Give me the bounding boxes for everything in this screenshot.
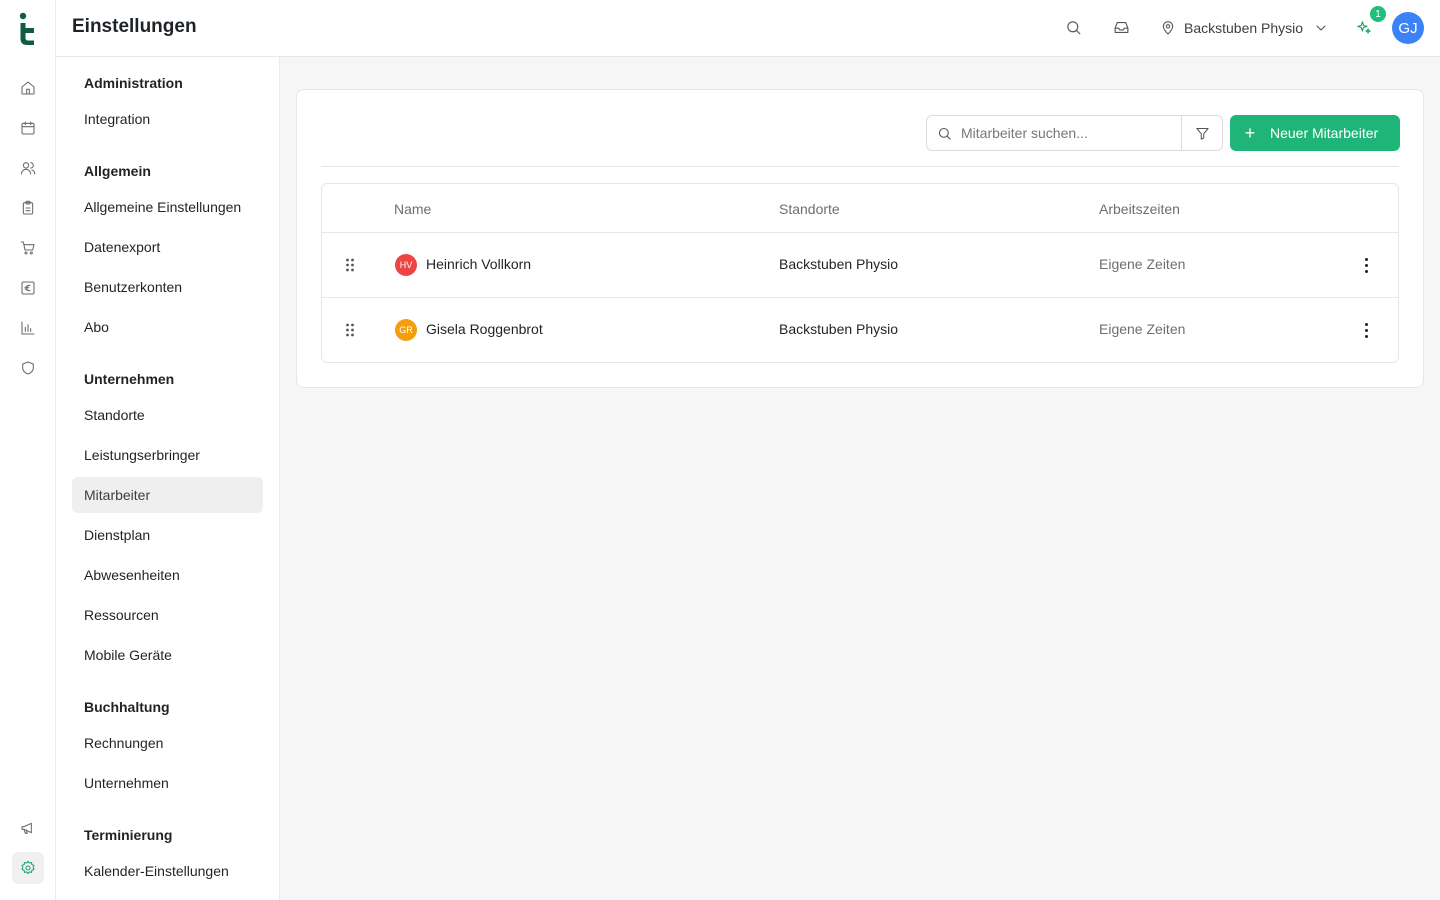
employee-hours: Eigene Zeiten bbox=[1099, 321, 1186, 337]
nav-item-unternehmen[interactable]: Unternehmen bbox=[72, 765, 263, 801]
column-header-working-hours[interactable]: Arbeitszeiten bbox=[1099, 201, 1180, 217]
employees-card: + Neuer Mitarbeiter Name Standorte Arbei… bbox=[296, 89, 1424, 388]
notification-badge: 1 bbox=[1370, 6, 1386, 22]
new-employee-button[interactable]: + Neuer Mitarbeiter bbox=[1230, 115, 1400, 151]
column-header-locations[interactable]: Standorte bbox=[779, 201, 840, 217]
user-avatar[interactable]: GJ bbox=[1392, 12, 1424, 44]
employees-table: Name Standorte Arbeitszeiten HV Heinrich… bbox=[321, 183, 1399, 363]
nav-item-integration[interactable]: Integration bbox=[72, 101, 263, 137]
top-header: Einstellungen Backstuben Physio 1 GJ bbox=[56, 0, 1440, 57]
location-label: Backstuben Physio bbox=[1184, 20, 1304, 36]
drag-handle-icon[interactable] bbox=[345, 322, 355, 338]
employee-location: Backstuben Physio bbox=[779, 321, 899, 337]
users-icon[interactable] bbox=[14, 154, 42, 182]
clipboard-icon[interactable] bbox=[14, 194, 42, 222]
employee-name: Gisela Roggenbrot bbox=[426, 321, 543, 337]
nav-item-abo[interactable]: Abo bbox=[72, 309, 263, 345]
cart-icon[interactable] bbox=[14, 234, 42, 262]
plus-icon: + bbox=[1244, 122, 1256, 143]
table-row[interactable]: HV Heinrich Vollkorn Backstuben Physio E… bbox=[322, 232, 1398, 297]
nav-group-allgemein: Allgemein bbox=[84, 163, 151, 179]
search-icon bbox=[927, 126, 961, 141]
nav-item-rechnungen[interactable]: Rechnungen bbox=[72, 725, 263, 761]
nav-item-kalender-einstellungen[interactable]: Kalender-Einstellungen bbox=[72, 853, 263, 889]
nav-item-dienstplan[interactable]: Dienstplan bbox=[72, 517, 263, 553]
chevron-down-icon bbox=[1316, 25, 1326, 31]
nav-item-mobile-geraete[interactable]: Mobile Geräte bbox=[72, 637, 263, 673]
avatar: HV bbox=[395, 254, 417, 276]
nav-item-benutzerkonten[interactable]: Benutzerkonten bbox=[72, 269, 263, 305]
more-options-icon[interactable] bbox=[1358, 255, 1374, 275]
nav-item-ressourcen[interactable]: Ressourcen bbox=[72, 597, 263, 633]
home-icon[interactable] bbox=[14, 74, 42, 102]
nav-item-standorte[interactable]: Standorte bbox=[72, 397, 263, 433]
nav-group-buchhaltung: Buchhaltung bbox=[84, 699, 170, 715]
nav-item-leistungserbringer[interactable]: Leistungserbringer bbox=[72, 437, 263, 473]
nav-group-administration: Administration bbox=[84, 75, 183, 91]
inbox-icon[interactable] bbox=[1110, 16, 1132, 38]
more-options-icon[interactable] bbox=[1358, 320, 1374, 340]
employee-search bbox=[926, 115, 1223, 151]
filter-button[interactable] bbox=[1181, 116, 1222, 150]
search-input[interactable] bbox=[961, 125, 1181, 141]
calendar-icon[interactable] bbox=[14, 114, 42, 142]
new-employee-label: Neuer Mitarbeiter bbox=[1270, 125, 1379, 141]
drag-handle-icon[interactable] bbox=[345, 257, 355, 273]
euro-icon[interactable] bbox=[14, 274, 42, 302]
employee-name: Heinrich Vollkorn bbox=[426, 256, 532, 272]
employee-location: Backstuben Physio bbox=[779, 256, 899, 272]
shield-icon[interactable] bbox=[14, 354, 42, 382]
nav-item-mitarbeiter[interactable]: Mitarbeiter bbox=[72, 477, 263, 513]
column-header-name[interactable]: Name bbox=[394, 201, 431, 217]
settings-icon[interactable] bbox=[12, 852, 44, 884]
filter-icon bbox=[1195, 127, 1209, 140]
settings-nav: Administration Integration Allgemein All… bbox=[56, 57, 280, 900]
nav-group-unternehmen: Unternehmen bbox=[84, 371, 175, 387]
location-selector[interactable]: Backstuben Physio bbox=[1160, 17, 1329, 39]
app-rail bbox=[0, 0, 56, 900]
divider bbox=[321, 166, 1399, 167]
nav-item-allgemeine-einstellungen[interactable]: Allgemeine Einstellungen bbox=[72, 189, 263, 225]
nav-item-abwesenheiten[interactable]: Abwesenheiten bbox=[72, 557, 263, 593]
chart-icon[interactable] bbox=[14, 314, 42, 342]
table-row[interactable]: GR Gisela Roggenbrot Backstuben Physio E… bbox=[322, 297, 1398, 362]
nav-group-terminierung: Terminierung bbox=[84, 827, 173, 843]
app-logo[interactable] bbox=[18, 12, 38, 46]
map-pin-icon bbox=[1162, 21, 1174, 35]
megaphone-icon[interactable] bbox=[14, 814, 42, 842]
nav-item-datenexport[interactable]: Datenexport bbox=[72, 229, 263, 265]
avatar: GR bbox=[395, 319, 417, 341]
search-icon[interactable] bbox=[1062, 16, 1084, 38]
page-title: Einstellungen bbox=[72, 16, 197, 37]
employee-hours: Eigene Zeiten bbox=[1099, 256, 1186, 272]
